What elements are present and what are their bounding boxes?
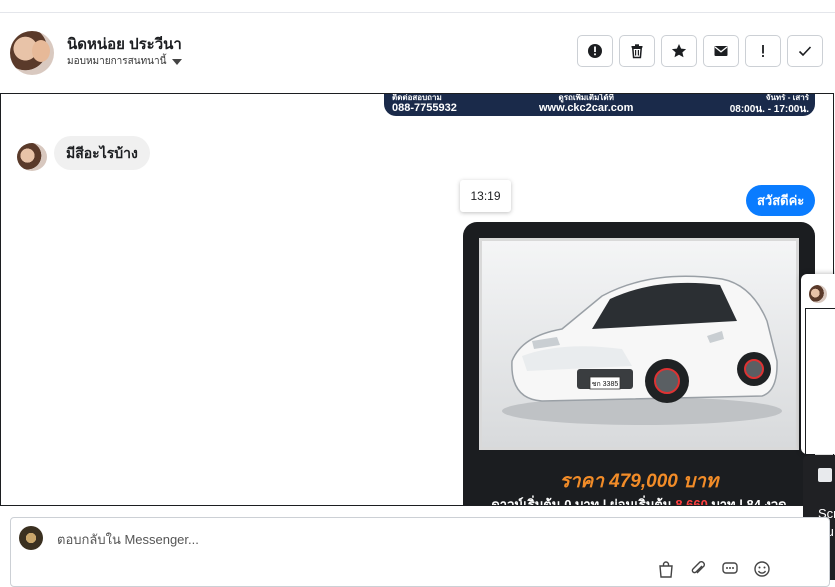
composer-toolbar (657, 560, 771, 578)
envelope-icon (714, 46, 728, 56)
incoming-message[interactable]: มีสีอะไรบ้าง (54, 136, 150, 170)
trash-icon (631, 44, 643, 59)
message-thread[interactable]: ติดต่อสอบถาม 088-7755932 ดูรถเพิ่มเติมได… (0, 93, 834, 506)
outgoing-message[interactable]: สวัสดีค่ะ (746, 185, 816, 216)
paperclip-icon (691, 561, 705, 574)
check-icon (798, 46, 812, 57)
assign-conversation-dropdown[interactable]: มอบหมายการสนทนานี้ (67, 54, 183, 69)
car-price: ราคา 479,000 บาท (559, 471, 719, 492)
saved-replies-button[interactable] (721, 560, 739, 578)
caret-down-icon (172, 58, 183, 65)
smiley-icon (754, 561, 770, 577)
mark-unread-button[interactable] (703, 35, 739, 67)
shopping-bag-icon (659, 561, 673, 578)
preview-avatar (809, 285, 827, 303)
sender-avatar[interactable] (17, 143, 47, 171)
car-illustration: ชก 3385 (482, 241, 796, 447)
car-ad-image-message[interactable]: ชก 3385 ราคา 479,000 บาท ดาวน์เริ่มต้น 0… (463, 222, 815, 506)
delete-button[interactable] (619, 35, 655, 67)
done-button[interactable] (787, 35, 823, 67)
banner-website: ดูรถเพิ่มเติมได้ที่ www.ckc2car.com (539, 93, 634, 114)
contact-name[interactable]: นิดหน่อย ประวีนา (67, 32, 182, 56)
attach-button[interactable] (689, 560, 707, 578)
screenshot-icon (818, 468, 832, 482)
action-toolbar (577, 35, 823, 67)
preview-panel (805, 308, 835, 455)
assign-label: มอบหมายการสนทนานี้ (67, 56, 167, 67)
conversation-header: นิดหน่อย ประวีนา มอบหมายการสนทนานี้ (0, 14, 835, 92)
star-button[interactable] (661, 35, 697, 67)
exclamation-icon (762, 45, 764, 57)
shop-button[interactable] (657, 560, 675, 578)
page-avatar (19, 526, 43, 550)
ad-banner-image[interactable]: ติดต่อสอบถาม 088-7755932 ดูรถเพิ่มเติมได… (384, 94, 815, 116)
chat-bubble-icon (722, 562, 738, 574)
star-icon (671, 44, 687, 58)
reply-input[interactable] (55, 528, 659, 550)
svg-text:ชก 3385: ชก 3385 (592, 381, 619, 388)
banner-hours: จันทร์ - เสาร์ 08:00น. - 17:00น. (729, 93, 809, 115)
car-photo: ชก 3385 (479, 238, 799, 450)
side-chat-preview[interactable] (801, 274, 835, 455)
contact-avatar[interactable] (10, 31, 54, 75)
financing-terms: ดาวน์เริ่มต้น 0 บาท | ผ่อนเริ่มต้น 8,660… (491, 497, 787, 506)
follow-up-button[interactable] (745, 35, 781, 67)
timestamp-tooltip: 13:19 (460, 180, 511, 212)
top-divider (0, 12, 835, 13)
spam-button[interactable] (577, 35, 613, 67)
emoji-button[interactable] (753, 560, 771, 578)
reply-composer (10, 517, 830, 587)
banner-contact: ติดต่อสอบถาม 088-7755932 (392, 93, 457, 114)
alert-circle-icon (588, 44, 602, 58)
